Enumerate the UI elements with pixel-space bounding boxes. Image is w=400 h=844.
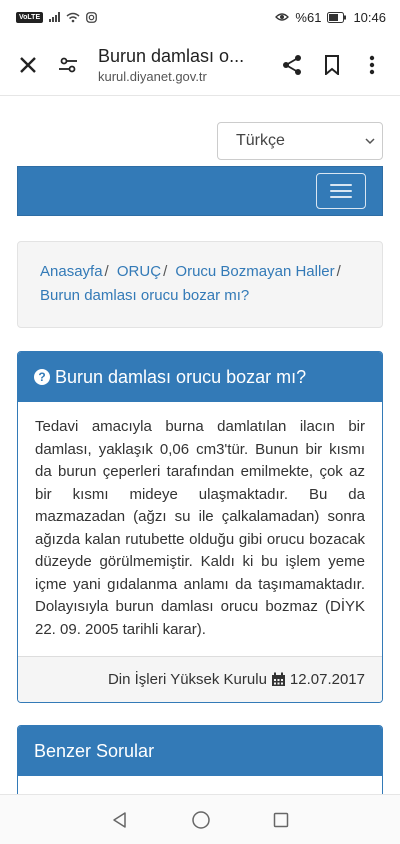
question-heading: ? Burun damlası orucu bozar mı? <box>18 352 382 402</box>
back-icon[interactable] <box>111 811 129 829</box>
chevron-down-icon <box>365 138 375 145</box>
more-vert-icon <box>369 55 375 74</box>
signal-icon <box>49 12 61 22</box>
close-icon <box>20 56 36 73</box>
instagram-icon <box>86 11 98 23</box>
clock: 10:46 <box>353 9 386 25</box>
menu-bar-icon <box>330 196 352 198</box>
wifi-icon <box>66 12 80 22</box>
calendar-icon <box>271 672 285 686</box>
answer-source: Din İşleri Yüksek Kurulu <box>107 671 267 688</box>
breadcrumb-separator: / <box>104 263 109 280</box>
more-options-button[interactable] <box>352 45 392 85</box>
tune-icon <box>59 57 77 72</box>
breadcrumb-separator: / <box>163 263 168 280</box>
browser-toolbar: Burun damlası o... kurul.diyanet.gov.tr <box>0 34 400 96</box>
status-bar: VoLTE %61 10:46 <box>0 0 400 34</box>
page-url: kurul.diyanet.gov.tr <box>98 68 207 84</box>
breadcrumb: Anasayfa / ORUÇ / Orucu Bozmayan Haller / B… <box>17 241 383 328</box>
bookmark-icon <box>325 54 339 75</box>
bookmark-button[interactable] <box>312 45 352 85</box>
eye-icon <box>275 13 290 21</box>
breadcrumb-separator: / <box>336 263 341 280</box>
breadcrumb-link-oruc[interactable]: ORUÇ <box>117 263 161 280</box>
close-tab-button[interactable] <box>8 45 48 85</box>
share-icon <box>283 54 301 75</box>
language-selected: Türkçe <box>236 132 285 149</box>
battery-percent: %61 <box>295 9 322 25</box>
similar-questions-title: Benzer Sorular <box>34 740 155 761</box>
answer-date: 12.07.2017 <box>289 671 365 688</box>
answer-footer: Din İşleri Yüksek Kurulu 12.07.2017 <box>18 656 382 702</box>
system-nav-bar <box>0 794 400 844</box>
home-icon[interactable] <box>191 810 211 830</box>
volte-badge: VoLTE <box>16 11 44 23</box>
question-panel: ? Burun damlası orucu bozar mı? Tedavi a… <box>17 351 383 703</box>
breadcrumb-link-category[interactable]: Orucu Bozmayan Haller <box>175 263 334 280</box>
page-title-area[interactable]: Burun damlası o... kurul.diyanet.gov.tr <box>88 46 272 84</box>
battery-icon <box>327 11 347 23</box>
menu-bar-icon <box>330 184 352 186</box>
question-title: Burun damlası orucu bozar mı? <box>55 366 307 387</box>
breadcrumb-current[interactable]: Burun damlası orucu bozar mı? <box>40 287 249 304</box>
breadcrumb-link-home[interactable]: Anasayfa <box>40 263 103 280</box>
hamburger-menu-button[interactable] <box>316 173 366 209</box>
share-button[interactable] <box>272 45 312 85</box>
page-title: Burun damlası o... <box>98 45 245 66</box>
status-right: %61 10:46 <box>275 10 386 25</box>
recents-icon[interactable] <box>273 812 289 828</box>
menu-bar-icon <box>330 190 352 192</box>
site-settings-button[interactable] <box>48 45 88 85</box>
web-page: Türkçe Anasayfa / ORUÇ / Orucu Bozmayan Ha… <box>0 96 400 794</box>
language-select[interactable]: Türkçe <box>217 122 383 160</box>
status-left: VoLTE <box>16 11 98 23</box>
site-navbar <box>17 166 383 216</box>
similar-questions-panel: Benzer Sorular <box>17 725 383 794</box>
question-circle-icon: ? <box>34 369 50 385</box>
similar-questions-heading: Benzer Sorular <box>18 726 382 776</box>
answer-text: Tedavi amacıyla burna damlatılan ilacın … <box>35 418 365 638</box>
